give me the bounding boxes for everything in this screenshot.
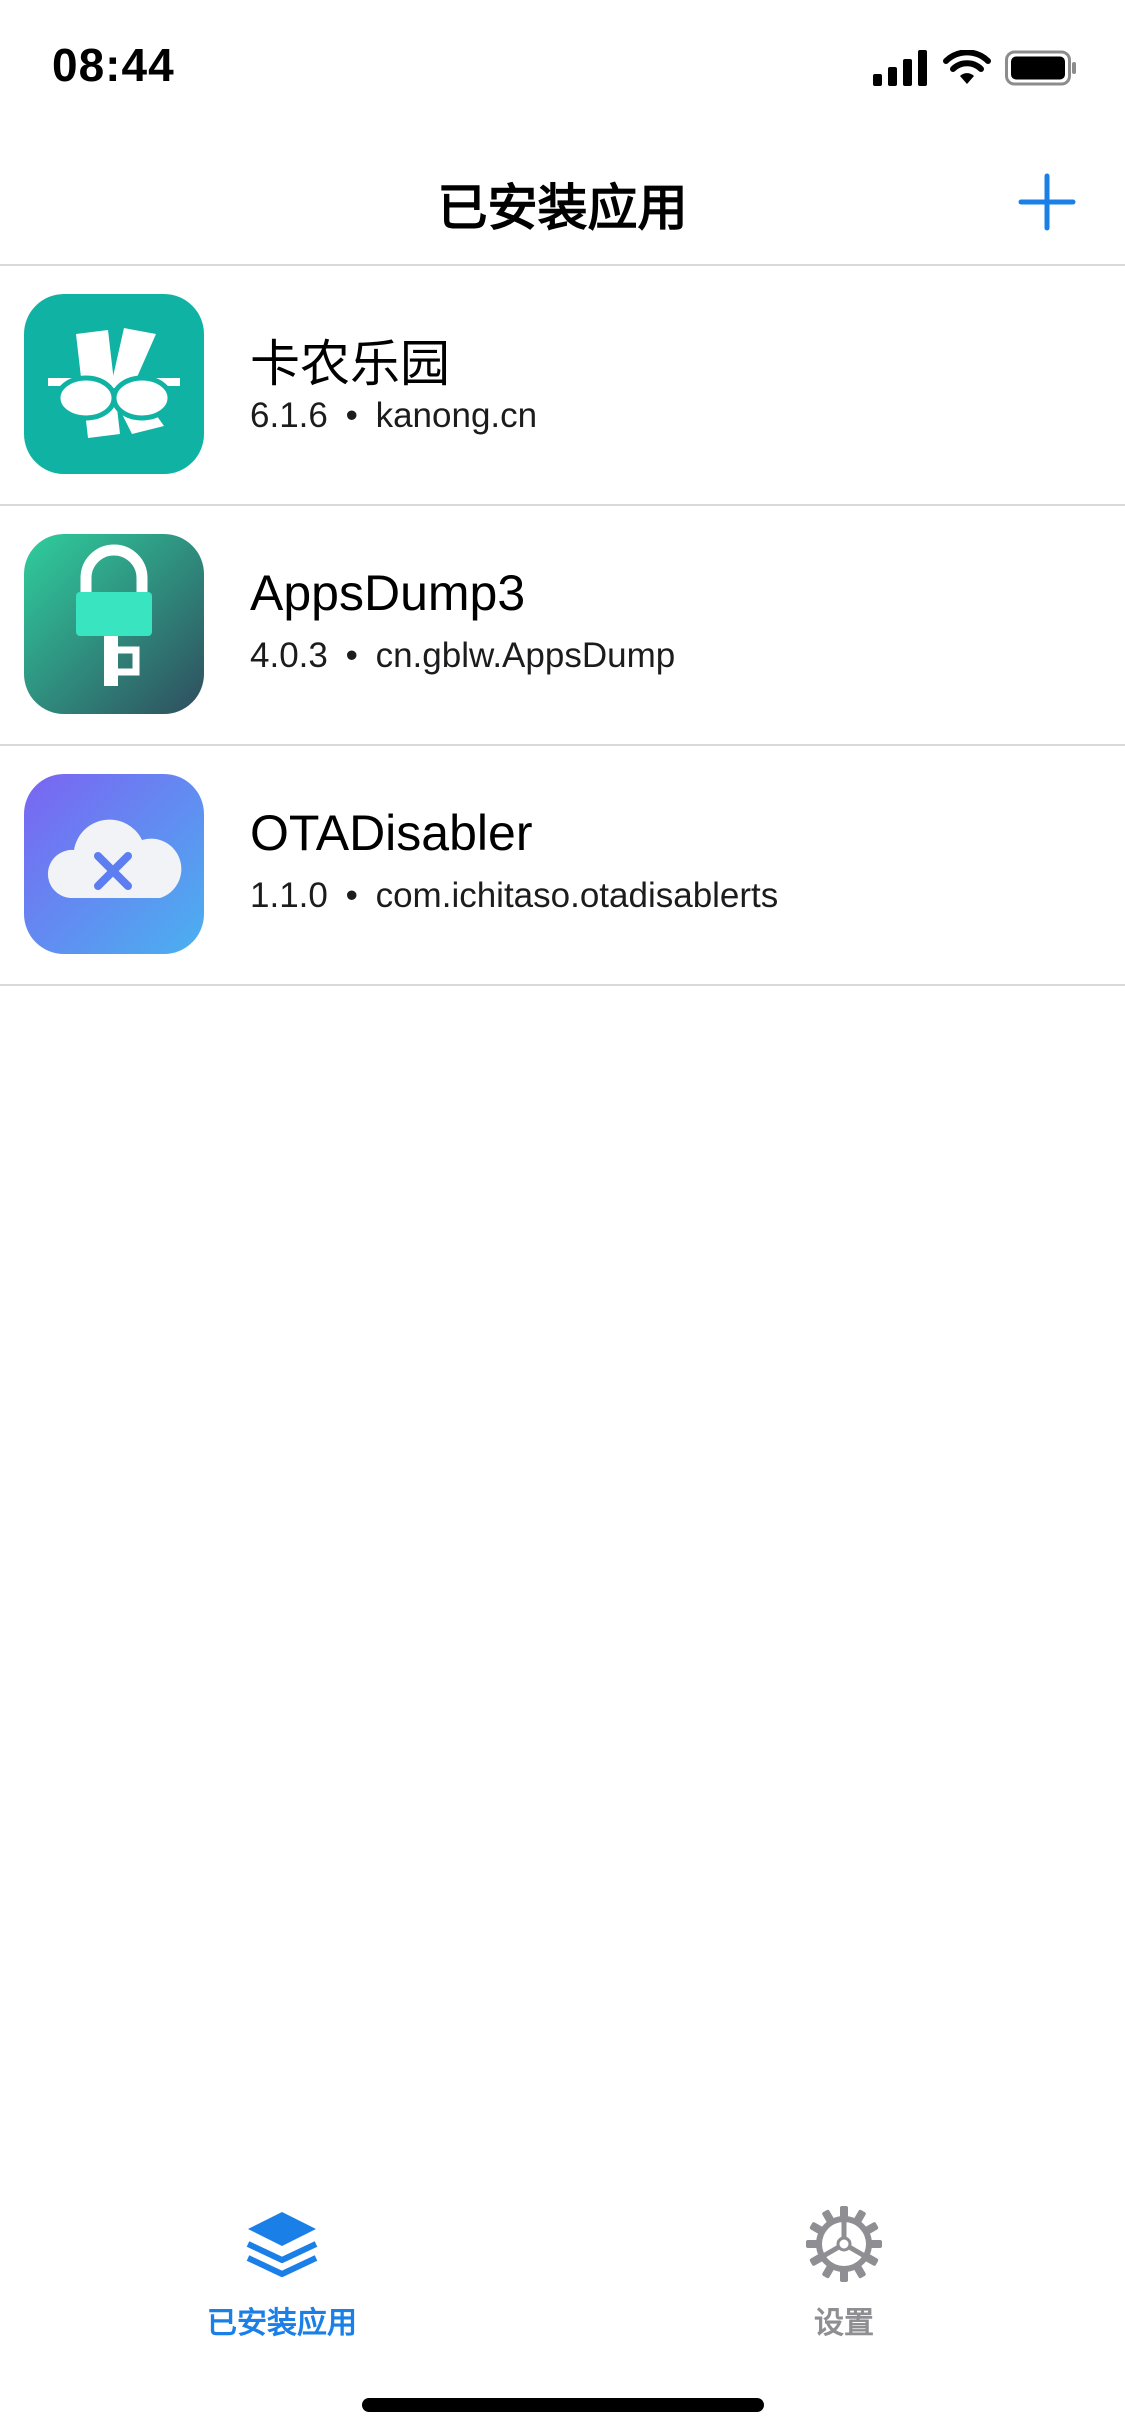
- gear-icon: [806, 2206, 882, 2282]
- page-title: 已安装应用: [437, 180, 688, 236]
- installed-app-list: 卡农乐园 6.1.6 • kanong.cn AppsDump3 4.0.3 •…: [0, 266, 1125, 986]
- status-bar: 08:44: [0, 0, 1125, 132]
- battery-icon: [1005, 50, 1076, 86]
- status-time: 08:44: [52, 39, 175, 91]
- wifi-icon: [943, 50, 991, 84]
- tab-bar: 已安装应用 设置: [0, 2168, 1125, 2436]
- tab-label: 已安装应用: [207, 2307, 357, 2340]
- layers-icon: [246, 2212, 318, 2277]
- tab-label: 设置: [814, 2307, 874, 2340]
- app-name: 卡农乐园: [250, 336, 450, 392]
- app-row-appsdump[interactable]: AppsDump3 4.0.3 • cn.gblw.AppsDump: [0, 506, 1125, 746]
- app-meta: 1.1.0 • com.ichitaso.otadisablerts: [250, 876, 778, 916]
- navigation-bar: 已安装应用: [0, 132, 1125, 266]
- app-bundle-id: cn.gblw.AppsDump: [375, 636, 676, 675]
- app-version: 6.1.6: [250, 396, 328, 435]
- meta-separator: •: [345, 396, 358, 435]
- app-bundle-id: kanong.cn: [375, 396, 538, 435]
- home-indicator: [362, 2398, 764, 2412]
- app-name: AppsDump3: [250, 565, 526, 621]
- tab-settings[interactable]: 设置: [694, 2204, 994, 2344]
- tab-installed-apps[interactable]: 已安装应用: [132, 2204, 432, 2344]
- meta-separator: •: [345, 876, 358, 915]
- app-version: 1.1.0: [250, 876, 328, 915]
- app-bundle-id: com.ichitaso.otadisablerts: [375, 876, 779, 915]
- app-meta: 4.0.3 • cn.gblw.AppsDump: [250, 636, 675, 676]
- app-meta: 6.1.6 • kanong.cn: [250, 396, 537, 436]
- otadisabler-app-icon: [24, 774, 204, 954]
- app-row-kanong[interactable]: 卡农乐园 6.1.6 • kanong.cn: [0, 266, 1125, 506]
- plus-icon: [1018, 173, 1076, 231]
- meta-separator: •: [345, 636, 358, 675]
- app-version: 4.0.3: [250, 636, 328, 675]
- kanong-app-icon: [24, 294, 204, 474]
- appsdump-app-icon: [24, 534, 204, 714]
- app-row-otadisabler[interactable]: OTADisabler 1.1.0 • com.ichitaso.otadisa…: [0, 746, 1125, 986]
- status-icons: [873, 46, 1077, 90]
- app-name: OTADisabler: [250, 805, 533, 861]
- cellular-signal-icon: [873, 50, 927, 86]
- add-button[interactable]: [1017, 172, 1077, 232]
